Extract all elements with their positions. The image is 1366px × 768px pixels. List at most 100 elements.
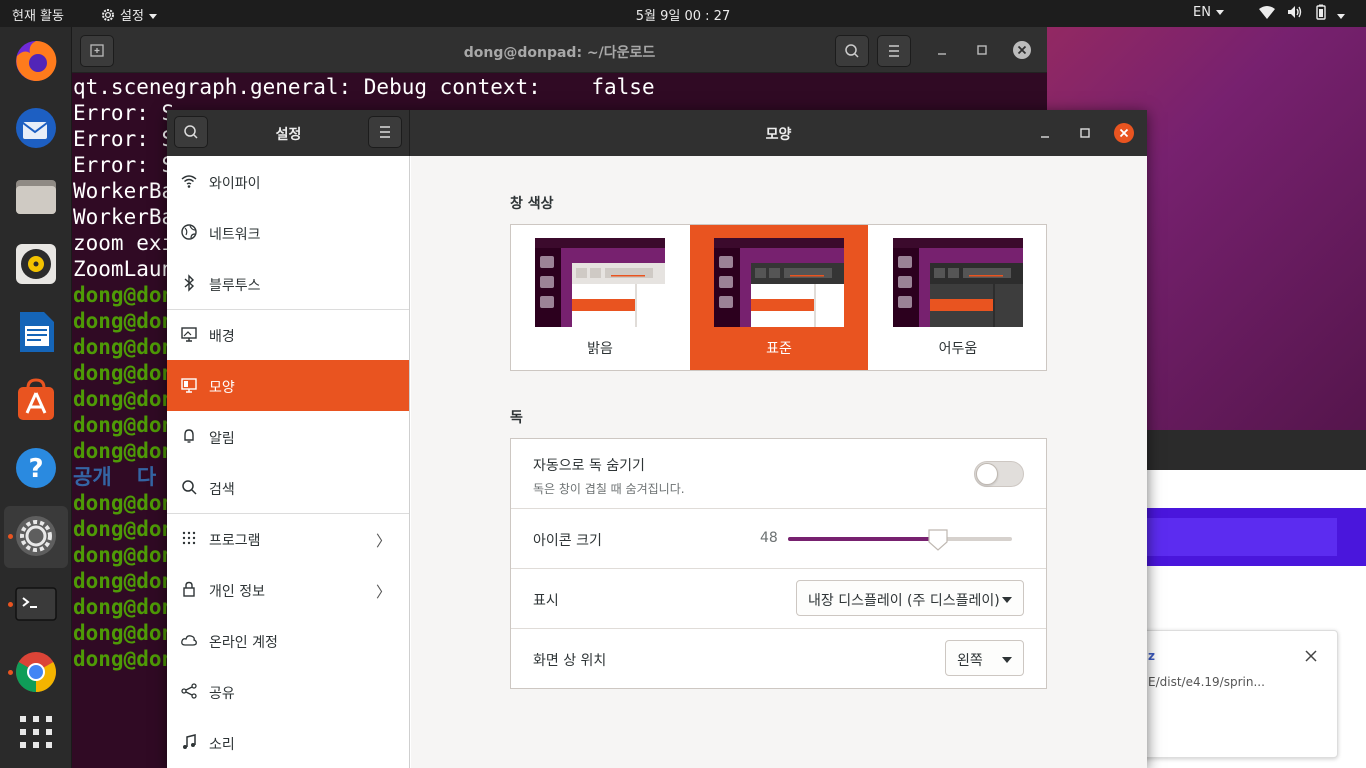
sidebar-item-label: 프로그램 — [209, 533, 261, 549]
terminal-icon — [15, 587, 57, 621]
slider-handle[interactable] — [927, 528, 949, 552]
theme-option-dark[interactable]: 어두움 — [869, 225, 1047, 370]
lock-icon — [180, 580, 198, 598]
sidebar-item[interactable]: 네트워크 — [167, 207, 409, 258]
dock-chrome[interactable] — [4, 642, 68, 704]
background-window[interactable]: z E/dist/e4.19/sprin... — [1135, 430, 1366, 768]
sidebar-item-label: 모양 — [209, 380, 235, 396]
sidebar-item[interactable]: 블루투스 — [167, 258, 409, 309]
background-window-header — [1147, 430, 1366, 470]
battery-icon — [1316, 4, 1326, 20]
gear-icon — [102, 9, 114, 21]
display-row: 표시 내장 디스플레이 (주 디스플레이) — [511, 569, 1046, 629]
dock-help[interactable]: ? — [4, 438, 68, 500]
sidebar-item-label: 개인 정보 — [209, 584, 265, 600]
dock-files[interactable] — [4, 166, 68, 228]
sidebar-item[interactable]: 알림 — [167, 411, 409, 462]
theme-preview-standard — [714, 238, 844, 327]
theme-label-light: 밝음 — [587, 341, 613, 357]
chevron-right-icon: 〉 — [375, 532, 391, 550]
icon-size-label: 아이콘 크기 — [533, 533, 602, 549]
sidebar-item[interactable]: 온라인 계정 — [167, 615, 409, 666]
notification-card[interactable]: z E/dist/e4.19/sprin... — [1135, 630, 1338, 758]
theme-label-standard: 표준 — [766, 341, 792, 357]
sidebar-item-label: 소리 — [209, 737, 235, 753]
sidebar-item[interactable]: 검색 — [167, 462, 409, 513]
sidebar-item[interactable]: 소리 — [167, 717, 409, 768]
sidebar-header: 설정 — [167, 110, 410, 156]
sidebar-item[interactable]: 개인 정보 〉 — [167, 564, 409, 615]
dock-settings-list: 자동으로 독 숨기기 독은 창이 겹칠 때 숨겨집니다. 아이콘 크기 48 표… — [510, 438, 1047, 689]
app-menu[interactable]: 설정 — [100, 5, 157, 24]
input-language-label: EN — [1193, 5, 1211, 20]
main-header: 모양 — [410, 110, 1147, 156]
display-dropdown[interactable]: 내장 디스플레이 (주 디스플레이) — [796, 580, 1024, 616]
dock-rhythmbox[interactable] — [4, 234, 68, 296]
notification-link[interactable]: z — [1148, 649, 1155, 663]
toggle-knob — [976, 463, 998, 485]
display-label: 표시 — [533, 593, 559, 609]
wifi-icon — [1259, 6, 1275, 19]
theme-option-light[interactable]: 밝음 — [511, 225, 689, 370]
hamburger-icon — [380, 126, 390, 138]
chevron-down-icon — [1002, 657, 1012, 663]
dock-terminal[interactable] — [4, 574, 68, 636]
search-icon — [845, 44, 859, 58]
background-icon — [180, 325, 198, 343]
icon-size-value: 48 — [760, 530, 778, 546]
firefox-icon — [16, 40, 57, 81]
settings-menu-button[interactable] — [368, 116, 402, 148]
activities-button[interactable]: 현재 활동 — [12, 5, 64, 24]
close-icon[interactable] — [1113, 122, 1135, 144]
sidebar-item[interactable]: 배경 — [167, 309, 409, 360]
apps-icon — [180, 529, 198, 547]
sidebar-item-label: 와이파이 — [209, 176, 261, 192]
chevron-down-icon — [1002, 597, 1012, 603]
maximize-icon[interactable] — [1074, 122, 1096, 144]
sidebar-item-label: 알림 — [209, 431, 235, 447]
position-dropdown[interactable]: 왼쪽 — [945, 640, 1024, 676]
minimize-icon[interactable] — [1034, 122, 1056, 144]
sidebar-item-label: 블루투스 — [209, 278, 261, 294]
close-icon[interactable] — [1304, 649, 1318, 663]
running-indicator — [8, 670, 13, 675]
svg-text:?: ? — [28, 454, 43, 484]
dock-writer[interactable] — [4, 302, 68, 364]
sidebar-item[interactable]: 모양 — [167, 360, 409, 411]
dock-settings[interactable] — [4, 506, 68, 568]
running-indicator — [8, 602, 13, 607]
sidebar-item-label: 공유 — [209, 686, 235, 702]
terminal-menu-button[interactable] — [877, 35, 911, 67]
close-icon[interactable] — [1012, 40, 1032, 60]
maximize-icon[interactable] — [974, 42, 990, 58]
icon-size-row: 아이콘 크기 48 — [511, 509, 1046, 569]
dock-software[interactable] — [4, 370, 68, 432]
autohide-toggle[interactable] — [974, 461, 1024, 487]
sidebar-item[interactable]: 공유 — [167, 666, 409, 717]
chrome-icon — [16, 652, 56, 692]
icon-size-slider[interactable] — [788, 529, 1012, 551]
settings-window[interactable]: 설정 모양 와이파이 네트워크 블루투스 배경 모양 알림 검색 프로그램 〉 개인 정보 〉 온라인… — [167, 110, 1147, 768]
window-colors-selector: 밝음 표준 어두움 — [510, 224, 1047, 371]
sidebar-item[interactable]: 와이파이 — [167, 156, 409, 207]
dock-show-apps[interactable] — [4, 702, 68, 764]
chevron-down-icon — [1337, 14, 1346, 19]
theme-preview-dark — [893, 238, 1023, 327]
minimize-icon[interactable] — [934, 43, 950, 59]
dock-firefox[interactable] — [4, 31, 68, 93]
dock-thunderbird[interactable] — [4, 98, 68, 160]
running-indicator — [8, 534, 13, 539]
appearance-icon — [180, 376, 198, 394]
notification-path: E/dist/e4.19/sprin... — [1148, 675, 1265, 689]
clock[interactable]: 5월 9일 00 : 27 — [0, 5, 1366, 24]
music-note-icon — [180, 733, 198, 751]
sidebar-item[interactable]: 프로그램 〉 — [167, 513, 409, 564]
theme-option-standard[interactable]: 표준 — [690, 225, 868, 370]
chevron-down-icon — [1215, 10, 1224, 15]
terminal-search-button[interactable] — [835, 35, 869, 67]
theme-preview-light — [535, 238, 665, 327]
input-language[interactable]: EN — [1193, 5, 1224, 20]
position-row: 화면 상 위치 왼쪽 — [511, 629, 1046, 689]
rhythmbox-icon — [16, 244, 56, 284]
system-menu[interactable] — [1258, 4, 1346, 24]
